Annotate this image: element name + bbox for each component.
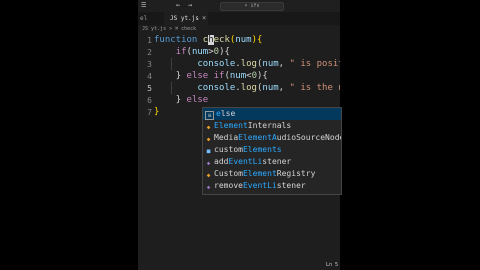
class-icon: ◆ [206,124,211,131]
suggestion-item[interactable]: ◆ ElementInternals [203,120,341,132]
line-number: 3 [147,60,152,69]
method-icon: ◈ [206,184,211,191]
code-line[interactable]: } else if(num<0){ [154,70,268,82]
class-icon: ◆ [206,136,211,143]
code-token: ){ [219,47,230,57]
code-token: ){ [257,71,268,81]
code-token: , [278,59,290,69]
back-arrow-icon[interactable]: ← [176,1,180,9]
code-token: log [240,59,257,69]
code-token: if [213,71,225,81]
code-line[interactable]: } [154,106,159,118]
suggestion-item[interactable]: ≡ else [203,108,341,120]
tab-bar: el JS yt.js × [138,12,340,25]
suggestion-label: addEventListener [214,157,292,166]
code-token: { [257,35,263,45]
code-token: console [197,59,236,69]
suggestion-label: customElements [214,145,282,154]
suggestion-label: ElementInternals [214,121,292,130]
cursor-position[interactable]: Ln 5 [326,261,338,270]
line-number: 2 [147,48,152,57]
line-number: 1 [147,36,152,45]
code-token: num [229,71,247,81]
code-token: function [154,35,203,45]
suggestion-label: removeEventListener [214,181,306,190]
code-token: eck [213,35,230,45]
code-token: num [262,59,279,69]
suggestion-item[interactable]: ◈ addEventListener [203,156,341,168]
suggestion-label: else [216,109,236,118]
suggestion-item[interactable]: ◈ removeEventListener [203,180,341,192]
code-token: num [191,47,209,57]
suggestion-label: MediaElementAudioSourceNode [214,133,341,142]
breadcrumb-text: JS yt.js > ⌘ check [142,26,197,32]
title-bar: ☰ ← → ⌕ ifs [138,0,340,12]
suggestion-item[interactable]: ◆MediaElementAudioSourceNode [203,132,341,144]
code-token: console [197,83,236,93]
code-token: else [186,71,214,81]
breadcrumb[interactable]: JS yt.js > ⌘ check [138,25,340,34]
code-line[interactable]: console.log(num, " is the negat [154,82,340,94]
forward-arrow-icon[interactable]: → [188,1,192,9]
code-token: if [175,47,187,57]
code-token: else [186,95,209,105]
line-number: 7 [147,108,152,117]
code-line[interactable]: function check(num){ [154,34,262,46]
code-token: } [175,71,187,81]
code-token: " is positive" [289,59,340,69]
tab-close-icon[interactable]: × [202,12,206,25]
code-token: } [154,107,160,117]
code-token: num [262,83,279,93]
line-number: 6 [147,96,152,105]
code-line[interactable]: console.log(num, " is positive" [154,58,340,70]
code-line[interactable]: if(num>0){ [154,46,230,58]
line-number: 4 [147,72,152,81]
code-token: " is the negat [289,83,340,93]
method-icon: ◈ [206,160,211,167]
code-token: } [175,95,187,105]
code-token: , [278,83,290,93]
suggestion-item[interactable]: ◆ CustomElementRegistry [203,168,341,180]
tab-previous[interactable]: el [140,12,147,25]
autocomplete-widget[interactable]: ≡ else ◆ ElementInternals ◆ MediaElementAudio… [202,107,342,195]
code-token: num [235,35,252,45]
status-bar: Ln 5 [138,261,340,270]
command-center-search[interactable]: ⌕ ifs [220,2,284,11]
keyword-icon: ≡ [205,111,214,120]
property-icon: ■ [206,148,211,155]
code-token: log [240,83,257,93]
suggestion-item[interactable]: ■ customElements [203,144,341,156]
class-icon: ◆ [206,172,211,179]
hamburger-menu-icon[interactable]: ☰ [141,2,146,9]
line-number: 5 [147,84,152,93]
code-line[interactable]: } else [154,94,209,106]
suggestion-label: CustomElementRegistry [214,169,316,178]
